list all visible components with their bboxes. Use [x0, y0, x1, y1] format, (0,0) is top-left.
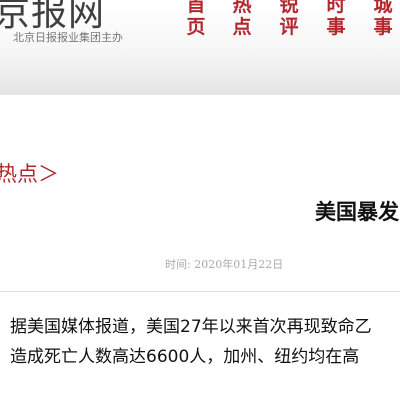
article-time: 时间: 2020年01月22日	[165, 258, 284, 271]
nav-item-city-line1: 城	[373, 0, 393, 16]
nav-item-current-affairs-line2: 事	[326, 16, 346, 38]
article-line-1: 据美国媒体报道，美国27年以来首次再现致命乙	[10, 317, 372, 337]
nav-item-home[interactable]: 首 页	[185, 0, 207, 38]
nav-item-hot-line2: 点	[232, 16, 252, 38]
article-body: 据美国媒体报道，美国27年以来首次再现致命乙 造成死亡人数高达6600人，加州、…	[10, 312, 400, 372]
nav-item-home-line2: 页	[186, 16, 206, 38]
nav-item-commentary-line2: 评	[279, 16, 299, 38]
nav-item-current-affairs-line1: 时	[326, 0, 346, 16]
breadcrumb-hot[interactable]: 热点＞	[0, 158, 59, 188]
nav-item-city[interactable]: 城 事	[372, 0, 394, 38]
article-title: 美国暴发	[315, 200, 399, 224]
divider	[0, 291, 400, 292]
article-line-2: 造成死亡人数高达6600人，加州、纽约均在高	[10, 347, 360, 367]
nav-item-current-affairs[interactable]: 时 事	[325, 0, 347, 38]
nav-item-commentary-line1: 锐	[279, 0, 299, 16]
nav-item-hot[interactable]: 热 点	[231, 0, 253, 38]
nav-item-home-line1: 首	[186, 0, 206, 16]
nav-item-hot-line1: 热	[232, 0, 252, 16]
nav-item-city-line2: 事	[373, 16, 393, 38]
nav-item-commentary[interactable]: 锐 评	[278, 0, 300, 38]
site-header: 京报网 北京日报报业集团主办 首 页 热 点 锐 评 时 事 城 事	[0, 0, 400, 95]
site-subtitle: 北京日报报业集团主办	[13, 31, 123, 44]
